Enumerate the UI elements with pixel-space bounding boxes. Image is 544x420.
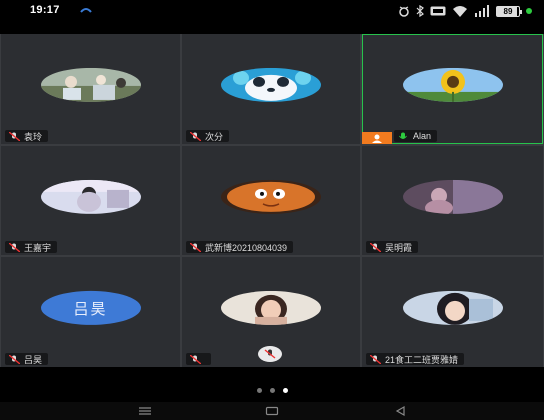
- alarm-icon: [398, 5, 410, 17]
- participant-name: 吴明霞: [385, 242, 413, 253]
- participant-name-tag: 21食工二班贾雅婧: [366, 353, 465, 365]
- menu-icon[interactable]: [137, 405, 153, 417]
- avatar: [40, 67, 141, 102]
- participant-tile-active-speaker[interactable]: Alan: [362, 34, 543, 144]
- battery-icon: 89: [496, 5, 522, 17]
- avatar: [402, 67, 503, 102]
- avatar: [221, 290, 321, 325]
- participant-name-tag: [186, 353, 211, 365]
- floating-mic-icon[interactable]: [258, 346, 282, 362]
- notification-icon: [80, 8, 92, 13]
- back-icon[interactable]: [393, 405, 409, 417]
- participant-name-tag: 袁玲: [5, 130, 49, 142]
- mic-muted-icon: [190, 131, 201, 141]
- page-indicator[interactable]: [0, 388, 544, 393]
- status-time: 19:17: [30, 4, 60, 16]
- participant-tile[interactable]: 王嘉宇: [1, 146, 180, 255]
- avatar: [402, 290, 503, 325]
- avatar-initials: 吕昊: [40, 290, 141, 325]
- battery-percent: 89: [503, 6, 513, 16]
- participant-name-tag: Alan: [394, 130, 438, 142]
- participant-name-tag: 次分: [186, 130, 230, 142]
- avatar: [221, 179, 321, 214]
- participant-name: 21食工二班贾雅婧: [385, 354, 459, 365]
- mic-active-icon: [399, 132, 407, 139]
- mic-muted-icon: [9, 131, 20, 141]
- mic-muted-icon: [190, 354, 201, 364]
- participant-tile[interactable]: 袁玲: [1, 34, 180, 144]
- avatar: [221, 67, 321, 102]
- host-icon: [372, 134, 382, 143]
- host-badge: [362, 132, 392, 144]
- participant-name: 吕昊: [24, 354, 43, 365]
- participant-name-tag: 武新博20210804039: [186, 241, 294, 253]
- home-icon[interactable]: [264, 405, 280, 417]
- avatar: [40, 179, 141, 214]
- avatar: [402, 179, 503, 214]
- participant-tile[interactable]: 21食工二班贾雅婧: [362, 257, 543, 367]
- participant-name: 武新博20210804039: [205, 242, 288, 253]
- participant-name: 王嘉宇: [24, 242, 52, 253]
- hd-icon: [430, 5, 446, 17]
- bluetooth-icon: [416, 5, 424, 17]
- page-dot[interactable]: [256, 388, 262, 393]
- system-nav-bar: [0, 402, 544, 420]
- signal-icon: [474, 5, 490, 17]
- mic-muted-icon: [190, 242, 201, 252]
- participant-tile[interactable]: 吴明霞: [362, 146, 543, 255]
- participant-name-tag: 吕昊: [5, 353, 49, 365]
- page-dot[interactable]: [269, 388, 275, 393]
- avatar-initials-text: 吕昊: [73, 300, 108, 318]
- page-dot-current[interactable]: [282, 388, 288, 393]
- participant-name: 袁玲: [24, 131, 43, 142]
- participant-name-tag: 吴明霞: [366, 241, 419, 253]
- wifi-icon: [452, 5, 468, 17]
- participant-tile[interactable]: 次分: [182, 34, 360, 144]
- participant-tile[interactable]: 吕昊 吕昊: [1, 257, 180, 367]
- mic-muted-icon: [370, 242, 381, 252]
- participant-name: Alan: [413, 131, 432, 141]
- mic-muted-icon: [9, 242, 20, 252]
- participant-name-tag: 王嘉宇: [5, 241, 58, 253]
- video-grid: 袁玲 次分 Alan 王嘉宇 武新博20210804039 吴明霞 吕昊 吕昊 …: [0, 34, 544, 367]
- participant-name: 次分: [205, 131, 224, 142]
- status-bar: 19:17 89: [0, 0, 544, 22]
- mic-muted-icon: [370, 354, 381, 364]
- mic-muted-icon: [9, 354, 20, 364]
- status-icons: 89: [398, 4, 532, 18]
- participant-tile[interactable]: 武新博20210804039: [182, 146, 360, 255]
- charging-icon: [526, 8, 532, 14]
